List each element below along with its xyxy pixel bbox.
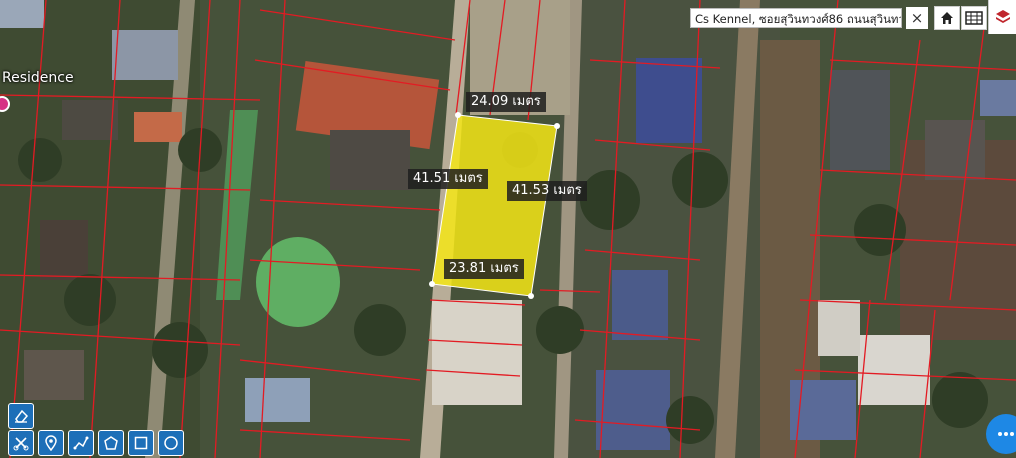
polyline-icon: [73, 436, 89, 450]
eraser-button[interactable]: [8, 403, 34, 429]
building: [925, 120, 985, 180]
building: [612, 270, 668, 340]
building: [40, 220, 88, 280]
building: [636, 58, 702, 143]
cut-tool-button[interactable]: [8, 430, 34, 456]
building: [0, 0, 44, 28]
building: [112, 30, 178, 80]
building: [24, 350, 84, 400]
circle-icon: [164, 436, 178, 450]
more-icon: [998, 432, 1014, 436]
place-label: Residence: [2, 70, 74, 86]
pond: [256, 237, 340, 327]
polygon-icon: [104, 436, 118, 450]
building: [330, 130, 410, 190]
polygon-tool-button[interactable]: [98, 430, 124, 456]
layers-icon: [996, 10, 1010, 23]
map-view[interactable]: Residence 24.09 เมตร 41.51 เมตร 41.53 เม…: [0, 0, 1016, 458]
close-icon[interactable]: ×: [906, 7, 928, 29]
layers-button[interactable]: [988, 0, 1016, 34]
scissors-icon: [13, 437, 29, 451]
building: [432, 300, 522, 405]
rectangle-icon: [134, 436, 148, 450]
rectangle-tool-button[interactable]: [128, 430, 154, 456]
grid-icon: [965, 11, 983, 25]
building: [858, 335, 930, 405]
building: [245, 378, 310, 422]
home-icon: [941, 12, 953, 24]
marker-tool-button[interactable]: [38, 430, 64, 456]
home-button[interactable]: [934, 6, 960, 30]
grid-button[interactable]: [961, 6, 987, 30]
building: [818, 300, 860, 356]
building: [62, 100, 118, 140]
polyline-tool-button[interactable]: [68, 430, 94, 456]
building: [134, 112, 182, 142]
edge-length-right: 41.53 เมตร: [507, 181, 587, 201]
pin-icon: [45, 435, 57, 451]
edge-length-top: 24.09 เมตร: [466, 92, 546, 112]
building: [830, 70, 890, 170]
building: [596, 370, 670, 450]
eraser-icon: [15, 409, 29, 423]
satellite-map[interactable]: [0, 0, 1016, 458]
building: [980, 80, 1016, 116]
search-input[interactable]: Cs Kennel, ซอยสุวินทวงศ์86 ถนนสุวินทวงศ์: [690, 8, 902, 28]
circle-tool-button[interactable]: [158, 430, 184, 456]
edge-length-left: 41.51 เมตร: [408, 169, 488, 189]
edge-length-bottom: 23.81 เมตร: [444, 259, 524, 279]
